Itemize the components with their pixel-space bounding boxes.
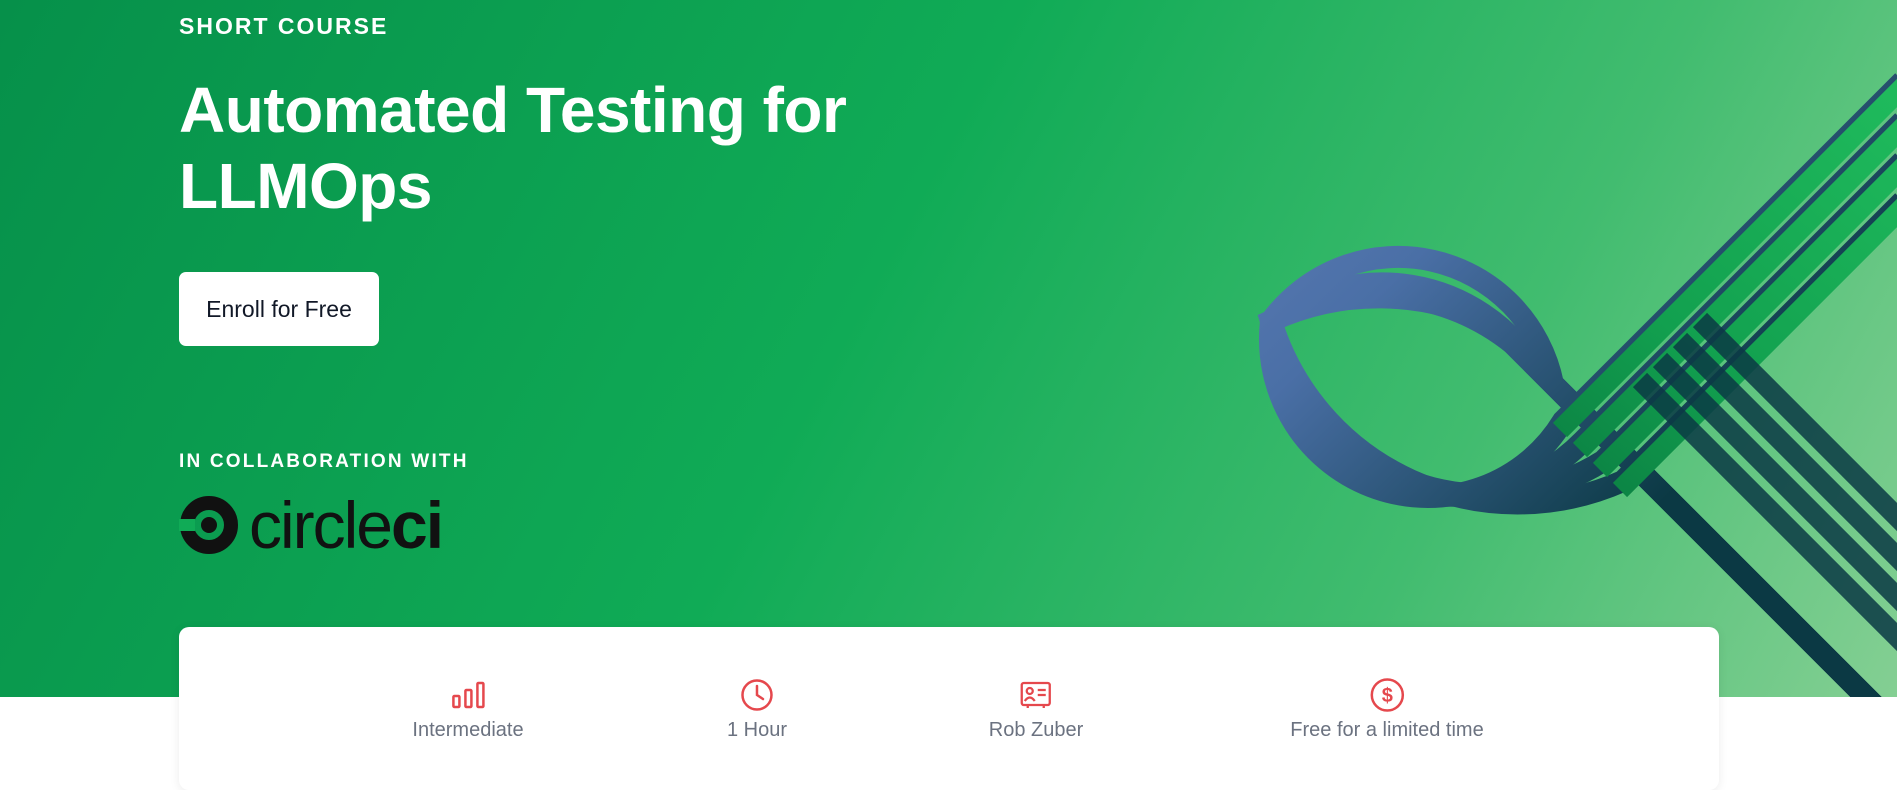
course-type-label: SHORT COURSE (179, 13, 389, 39)
stat-duration-label: 1 Hour (726, 719, 788, 741)
stat-price: $ Free for a limited time (1290, 677, 1484, 742)
stat-instructor-label: Rob Zuber (988, 719, 1084, 741)
circleci-logo: circleci (179, 488, 444, 562)
bar-chart-icon (450, 677, 486, 713)
stat-level: Intermediate (412, 677, 524, 742)
instructor-icon (1018, 677, 1054, 713)
stat-level-label: Intermediate (412, 719, 524, 741)
clock-icon (739, 677, 775, 713)
dollar-icon: $ (1369, 677, 1405, 713)
circleci-logo-mark (179, 496, 238, 554)
stat-duration: 1 Hour (727, 677, 787, 742)
stat-instructor: Rob Zuber (988, 677, 1084, 742)
course-stats-card: Intermediate 1 Hour Rob Zuber $ Free for… (179, 627, 1719, 790)
course-title: Automated Testing for LLMOps (179, 74, 847, 222)
svg-text:$: $ (1381, 685, 1392, 707)
hero-banner: SHORT COURSE Automated Testing for LLMOp… (0, 0, 1897, 697)
enroll-button[interactable]: Enroll for Free (179, 272, 379, 346)
stat-price-label: Free for a limited time (1290, 719, 1484, 741)
circleci-logo-text: circleci (249, 488, 444, 562)
collaboration-label: IN COLLABORATION WITH (179, 451, 469, 472)
